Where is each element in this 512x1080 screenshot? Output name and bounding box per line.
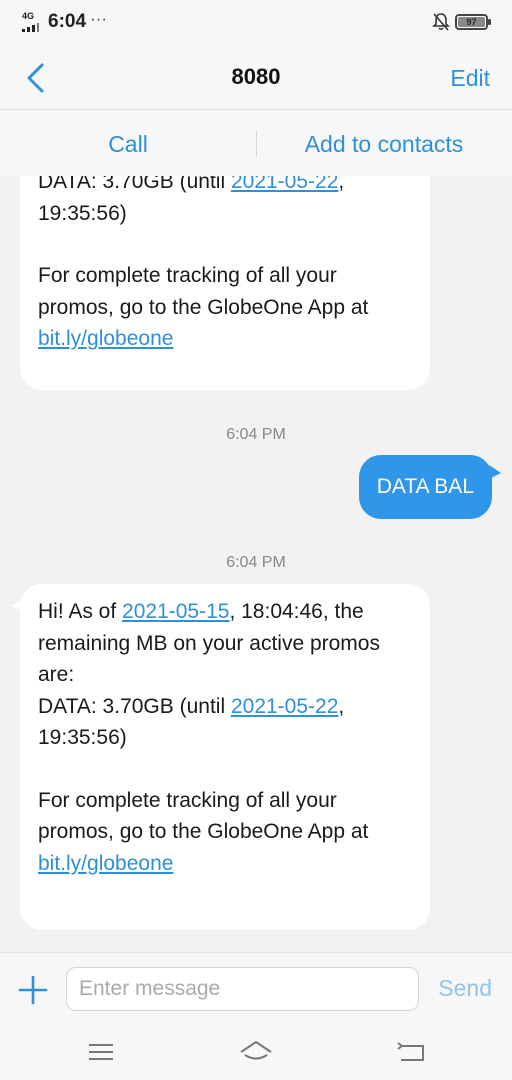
message-composer: Send — [0, 952, 512, 1024]
add-attachment-icon[interactable] — [18, 975, 48, 1005]
mute-bell-icon — [432, 13, 450, 31]
home-icon[interactable] — [239, 1038, 273, 1066]
message-line: bit.ly/globeone — [38, 323, 412, 355]
message-input[interactable] — [66, 967, 419, 1011]
url-link[interactable]: bit.ly/globeone — [38, 327, 173, 350]
sent-message-text: DATA BAL — [376, 475, 474, 498]
message-line: Hi! As of 2021-05-15, 18:04:46, the — [38, 600, 364, 623]
menu-icon[interactable] — [84, 1038, 118, 1066]
received-message-bubble[interactable]: Hi! As of 2021-05-15, 18:04:46, the rema… — [12, 584, 430, 930]
received-message-bubble[interactable]: DATA: 3.70GB (until 2021-05-22, 19:35:56… — [20, 176, 430, 390]
message-line: DATA: 3.70GB (until 2021-05-22, — [38, 176, 412, 198]
date-link[interactable]: 2021-05-15 — [122, 600, 229, 623]
conversation-header: 8080 Edit — [0, 44, 512, 110]
signal-icon: 4G — [22, 12, 42, 32]
conversation-title: 8080 — [231, 64, 281, 89]
send-button[interactable]: Send — [438, 975, 492, 1002]
battery-icon: 97 — [455, 14, 491, 30]
message-line: For complete tracking of all your — [38, 788, 337, 812]
message-line: promos, go to the GlobeOne App at — [38, 820, 369, 843]
date-link[interactable]: 2021-05-22 — [231, 176, 338, 193]
bubble-tail — [489, 465, 501, 479]
battery-level: 97 — [466, 17, 477, 27]
message-line: promos, go to the GlobeOne App at — [38, 295, 369, 319]
date-link[interactable]: 2021-05-22 — [231, 695, 338, 718]
back-nav-icon[interactable] — [395, 1038, 429, 1066]
message-line: 19:35:56) — [38, 201, 127, 225]
message-line: For complete tracking of all your — [38, 264, 337, 287]
contact-actions-bar: Call Add to contacts — [0, 110, 512, 176]
message-line: are: — [38, 663, 75, 686]
message-line: DATA: 3.70GB (until 2021-05-22, — [38, 694, 345, 718]
message-line: 19:35:56) — [38, 726, 127, 749]
timestamp-separator: 6:04 PM — [226, 426, 286, 443]
call-button[interactable]: Call — [0, 131, 256, 158]
status-bar: 4G 6:04 ··· 97 — [0, 0, 512, 44]
message-line: remaining MB on your active promos — [38, 631, 380, 655]
url-link[interactable]: bit.ly/globeone — [38, 852, 173, 875]
network-type: 4G — [22, 11, 35, 21]
timestamp-separator: 6:04 PM — [226, 554, 286, 571]
bubble-tail — [12, 598, 24, 612]
message-line: bit.ly/globeone — [38, 848, 412, 880]
sent-message-bubble[interactable]: DATA BAL — [358, 455, 501, 519]
message-thread[interactable]: DATA: 3.70GB (until 2021-05-22, 19:35:56… — [0, 176, 512, 952]
edit-button[interactable]: Edit — [450, 65, 490, 92]
system-navigation-bar — [0, 1024, 512, 1080]
status-time: 6:04 — [48, 11, 87, 32]
status-more-indicator: ··· — [90, 9, 107, 28]
add-to-contacts-button[interactable]: Add to contacts — [256, 131, 512, 158]
